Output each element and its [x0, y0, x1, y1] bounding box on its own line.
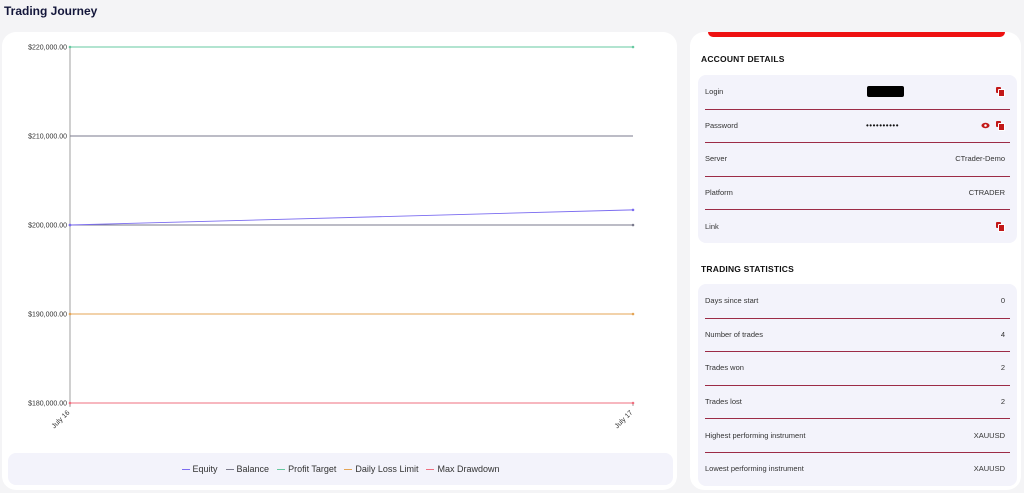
- data-point: [68, 45, 72, 49]
- row-label: Lowest performing instrument: [705, 464, 804, 474]
- stats-row: Trades won 2: [698, 351, 1017, 385]
- legend-label: Profit Target: [288, 464, 337, 474]
- account-row-link: Link: [698, 209, 1017, 243]
- y-tick-label: $180,000.00: [28, 401, 67, 408]
- trading-statistics-panel: Days since start 0 Number of trades 4 Tr…: [698, 284, 1017, 486]
- copy-icon[interactable]: [996, 120, 1005, 131]
- row-value: 2: [1000, 363, 1005, 373]
- row-value: 4: [1000, 329, 1005, 339]
- account-row-server: Server CTrader-Demo: [698, 142, 1017, 176]
- legend-item-daily-loss-limit[interactable]: Daily Loss Limit: [344, 464, 418, 474]
- row-value: CTRADER: [968, 188, 1005, 198]
- trading-statistics-title: TRADING STATISTICS: [701, 264, 795, 274]
- data-point: [631, 312, 635, 316]
- y-tick-label: $210,000.00: [28, 134, 67, 141]
- stats-row: Trades lost 2: [698, 384, 1017, 419]
- row-label: Server: [705, 154, 728, 164]
- account-row-platform: Platform CTRADER: [698, 175, 1017, 210]
- x-tick-label: July 16: [51, 409, 72, 430]
- account-details-title: ACCOUNT DETAILS: [701, 54, 785, 64]
- page-title: Trading Journey: [4, 4, 98, 18]
- stats-row: Days since start 0: [698, 284, 1017, 318]
- legend-swatch: [344, 468, 353, 470]
- chart-card: $180,000.00 $190,000.00 $200,000.00 $210,00…: [2, 32, 677, 490]
- legend-label: Equity: [192, 464, 218, 474]
- stats-row: Lowest performing instrument XAUUSD: [698, 451, 1017, 486]
- legend-item-max-drawdown[interactable]: Max Drawdown: [426, 464, 499, 474]
- eye-icon[interactable]: [981, 121, 990, 130]
- data-point: [631, 401, 635, 405]
- legend-swatch: [277, 468, 286, 470]
- legend-item-profit-target[interactable]: Profit Target: [277, 464, 336, 474]
- login-redacted: [867, 86, 904, 97]
- data-point: [68, 401, 72, 405]
- row-value: 2: [1000, 397, 1005, 407]
- data-point: [631, 208, 635, 212]
- stats-row: Highest performing instrument XAUUSD: [698, 418, 1017, 452]
- x-tick-label: July 17: [614, 409, 635, 430]
- legend-item-equity[interactable]: Equity: [181, 464, 218, 474]
- row-label: Link: [705, 221, 719, 231]
- row-label: Number of trades: [705, 329, 763, 339]
- legend-swatch: [426, 468, 435, 470]
- status-bar: [708, 32, 1005, 37]
- password-masked: ••••••••••: [866, 120, 900, 130]
- account-row-login: Login: [698, 75, 1017, 109]
- legend-swatch: [181, 468, 190, 470]
- legend-item-balance[interactable]: Balance: [225, 464, 270, 474]
- row-label: Login: [705, 87, 724, 97]
- equity-chart: $180,000.00 $190,000.00 $200,000.00 $210,00…: [28, 45, 635, 431]
- stats-row: Number of trades 4: [698, 317, 1017, 352]
- data-point: [631, 45, 635, 49]
- y-tick-label: $200,000.00: [28, 223, 67, 230]
- copy-icon[interactable]: [996, 221, 1005, 232]
- data-point: [68, 223, 72, 227]
- row-value: 0: [1000, 296, 1005, 306]
- data-point: [68, 312, 72, 316]
- row-label: Password: [705, 120, 738, 130]
- chart-legend: Equity Balance Profit Target Daily Loss …: [8, 453, 673, 485]
- legend-label: Balance: [236, 464, 270, 474]
- row-label: Trades won: [705, 363, 744, 373]
- row-label: Highest performing instrument: [705, 430, 806, 440]
- row-label: Platform: [705, 188, 733, 198]
- account-side-card: ACCOUNT DETAILS Login Password •••••••••…: [690, 32, 1021, 490]
- legend-label: Daily Loss Limit: [355, 464, 419, 474]
- series-line-equity: [69, 209, 634, 226]
- account-details-panel: Login Password •••••••••• Server CTrader…: [698, 75, 1017, 243]
- row-value: XAUUSD: [973, 430, 1005, 440]
- account-row-password: Password ••••••••••: [698, 108, 1017, 143]
- legend-swatch: [225, 468, 234, 470]
- row-value: XAUUSD: [973, 464, 1005, 474]
- y-tick-label: $190,000.00: [28, 312, 67, 319]
- row-label: Trades lost: [705, 397, 742, 407]
- data-point: [631, 223, 635, 227]
- row-label: Days since start: [705, 296, 759, 306]
- copy-icon[interactable]: [996, 87, 1005, 98]
- legend-label: Max Drawdown: [437, 464, 500, 474]
- y-tick-label: $220,000.00: [28, 45, 67, 52]
- row-value: CTrader-Demo: [955, 154, 1005, 164]
